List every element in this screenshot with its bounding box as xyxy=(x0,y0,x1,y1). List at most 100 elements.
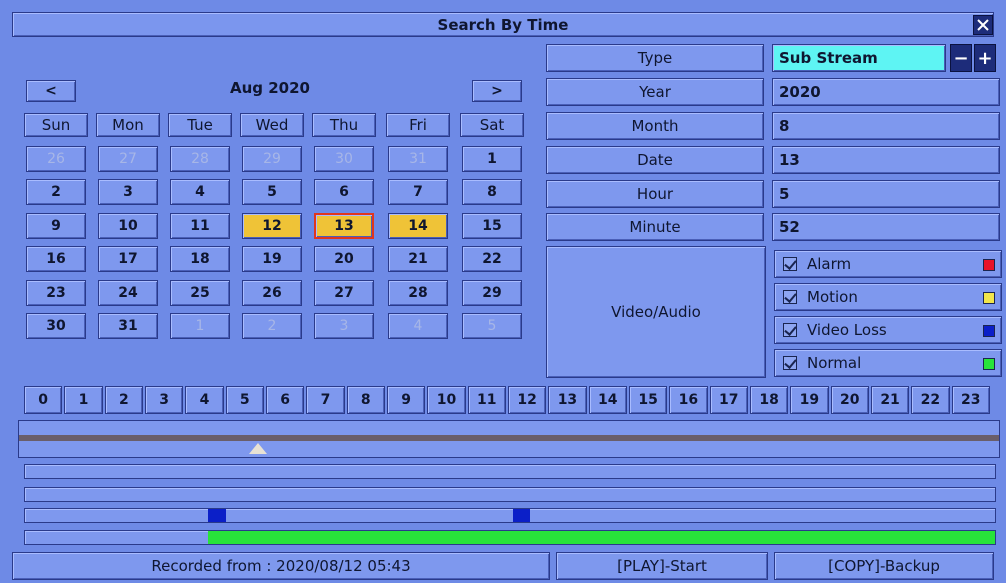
play-start-button[interactable]: [PLAY]-Start xyxy=(556,552,768,580)
video-audio-panel[interactable]: Video/Audio xyxy=(546,246,766,378)
close-button[interactable] xyxy=(973,15,993,35)
hour-button[interactable]: 20 xyxy=(830,386,869,414)
calendar-day[interactable]: 29 xyxy=(242,146,302,172)
hour-button[interactable]: 14 xyxy=(588,386,627,414)
legend-label: Normal xyxy=(807,354,862,372)
hour-button[interactable]: 11 xyxy=(467,386,506,414)
recording-track xyxy=(24,464,996,479)
alarm-color-swatch xyxy=(983,259,995,271)
recording-segment xyxy=(208,531,995,544)
calendar-day[interactable]: 10 xyxy=(98,213,158,239)
month-field[interactable]: 8 xyxy=(772,112,1000,140)
calendar-day[interactable]: 22 xyxy=(462,246,522,272)
type-decrease-button[interactable]: − xyxy=(950,44,972,72)
hour-button[interactable]: 0 xyxy=(24,386,63,414)
hour-button[interactable]: 18 xyxy=(749,386,789,414)
calendar-day[interactable]: 29 xyxy=(462,280,522,306)
recording-track xyxy=(24,487,996,502)
next-month-button[interactable]: > xyxy=(472,80,522,102)
hour-button[interactable]: 5 xyxy=(225,386,264,414)
calendar-day[interactable]: 9 xyxy=(26,213,86,239)
hour-button[interactable]: 2 xyxy=(104,386,143,414)
weekday-header: Fri xyxy=(386,113,450,137)
type-increase-button[interactable]: + xyxy=(974,44,996,72)
calendar-day[interactable]: 3 xyxy=(98,179,158,205)
legend-motion[interactable]: Motion xyxy=(774,283,1002,311)
calendar-day[interactable]: 25 xyxy=(170,280,230,306)
type-select[interactable]: Sub Stream xyxy=(772,44,946,72)
weekday-header: Sun xyxy=(24,113,88,137)
calendar-day[interactable]: 19 xyxy=(242,246,302,272)
weekday-header: Mon xyxy=(96,113,160,137)
motion-color-swatch xyxy=(983,292,995,304)
calendar-day[interactable]: 1 xyxy=(170,313,230,339)
calendar-day[interactable]: 31 xyxy=(98,313,158,339)
checkbox-icon xyxy=(783,356,797,370)
calendar-day[interactable]: 16 xyxy=(26,246,86,272)
hour-button[interactable]: 10 xyxy=(427,386,466,414)
hour-button[interactable]: 7 xyxy=(306,386,345,414)
timeline-cursor-icon[interactable] xyxy=(248,443,267,454)
calendar-day[interactable]: 13 xyxy=(314,213,374,239)
hour-button[interactable]: 23 xyxy=(951,386,990,414)
calendar-day[interactable]: 23 xyxy=(26,280,86,306)
legend-label: Motion xyxy=(807,288,858,306)
hour-button[interactable]: 19 xyxy=(790,386,829,414)
calendar-day[interactable]: 17 xyxy=(98,246,158,272)
calendar-day[interactable]: 3 xyxy=(314,313,374,339)
calendar-day[interactable]: 4 xyxy=(388,313,448,339)
calendar-day[interactable]: 18 xyxy=(170,246,230,272)
calendar-day[interactable]: 20 xyxy=(314,246,374,272)
calendar-day[interactable]: 5 xyxy=(462,313,522,339)
calendar-day[interactable]: 30 xyxy=(314,146,374,172)
calendar-day[interactable]: 8 xyxy=(462,179,522,205)
calendar-day[interactable]: 4 xyxy=(170,179,230,205)
calendar-day[interactable]: 28 xyxy=(388,280,448,306)
calendar-day[interactable]: 14 xyxy=(388,213,448,239)
calendar-day[interactable]: 6 xyxy=(314,179,374,205)
calendar-day[interactable]: 26 xyxy=(26,146,86,172)
copy-backup-button[interactable]: [COPY]-Backup xyxy=(774,552,994,580)
hour-button[interactable]: 4 xyxy=(185,386,224,414)
calendar-day[interactable]: 11 xyxy=(170,213,230,239)
hour-button[interactable]: 3 xyxy=(144,386,184,414)
hour-button[interactable]: 17 xyxy=(709,386,748,414)
hour-button[interactable]: 12 xyxy=(507,386,547,414)
timeline-scrubber[interactable] xyxy=(18,420,1000,458)
weekday-header: Thu xyxy=(312,113,376,137)
hour-button[interactable]: 8 xyxy=(346,386,385,414)
calendar-day[interactable]: 24 xyxy=(98,280,158,306)
legend-alarm[interactable]: Alarm xyxy=(774,250,1002,278)
hour-button[interactable]: 9 xyxy=(386,386,426,414)
hour-button[interactable]: 15 xyxy=(628,386,668,414)
minute-field[interactable]: 52 xyxy=(772,213,1000,241)
hour-button[interactable]: 13 xyxy=(548,386,587,414)
hour-field[interactable]: 5 xyxy=(772,180,1000,208)
hour-button[interactable]: 1 xyxy=(64,386,103,414)
hour-button[interactable]: 6 xyxy=(265,386,305,414)
legend-normal[interactable]: Normal xyxy=(774,349,1002,377)
date-field[interactable]: 13 xyxy=(772,146,1000,174)
calendar-day[interactable]: 2 xyxy=(26,179,86,205)
calendar-day[interactable]: 5 xyxy=(242,179,302,205)
calendar-day[interactable]: 31 xyxy=(388,146,448,172)
calendar-day[interactable]: 28 xyxy=(170,146,230,172)
calendar-day[interactable]: 2 xyxy=(242,313,302,339)
calendar-day[interactable]: 15 xyxy=(462,213,522,239)
recorded-from-status: Recorded from : 2020/08/12 05:43 xyxy=(12,552,550,580)
calendar-day[interactable]: 7 xyxy=(388,179,448,205)
calendar-day[interactable]: 27 xyxy=(98,146,158,172)
hour-button[interactable]: 22 xyxy=(911,386,950,414)
year-field[interactable]: 2020 xyxy=(772,78,1000,106)
prev-month-button[interactable]: < xyxy=(26,80,76,102)
close-icon xyxy=(977,19,989,31)
calendar-day[interactable]: 27 xyxy=(314,280,374,306)
hour-button[interactable]: 16 xyxy=(669,386,708,414)
hour-button[interactable]: 21 xyxy=(870,386,910,414)
calendar-day[interactable]: 26 xyxy=(242,280,302,306)
calendar-day[interactable]: 1 xyxy=(462,146,522,172)
calendar-day[interactable]: 30 xyxy=(26,313,86,339)
calendar-day[interactable]: 12 xyxy=(242,213,302,239)
calendar-day[interactable]: 21 xyxy=(388,246,448,272)
legend-video-loss[interactable]: Video Loss xyxy=(774,316,1002,344)
